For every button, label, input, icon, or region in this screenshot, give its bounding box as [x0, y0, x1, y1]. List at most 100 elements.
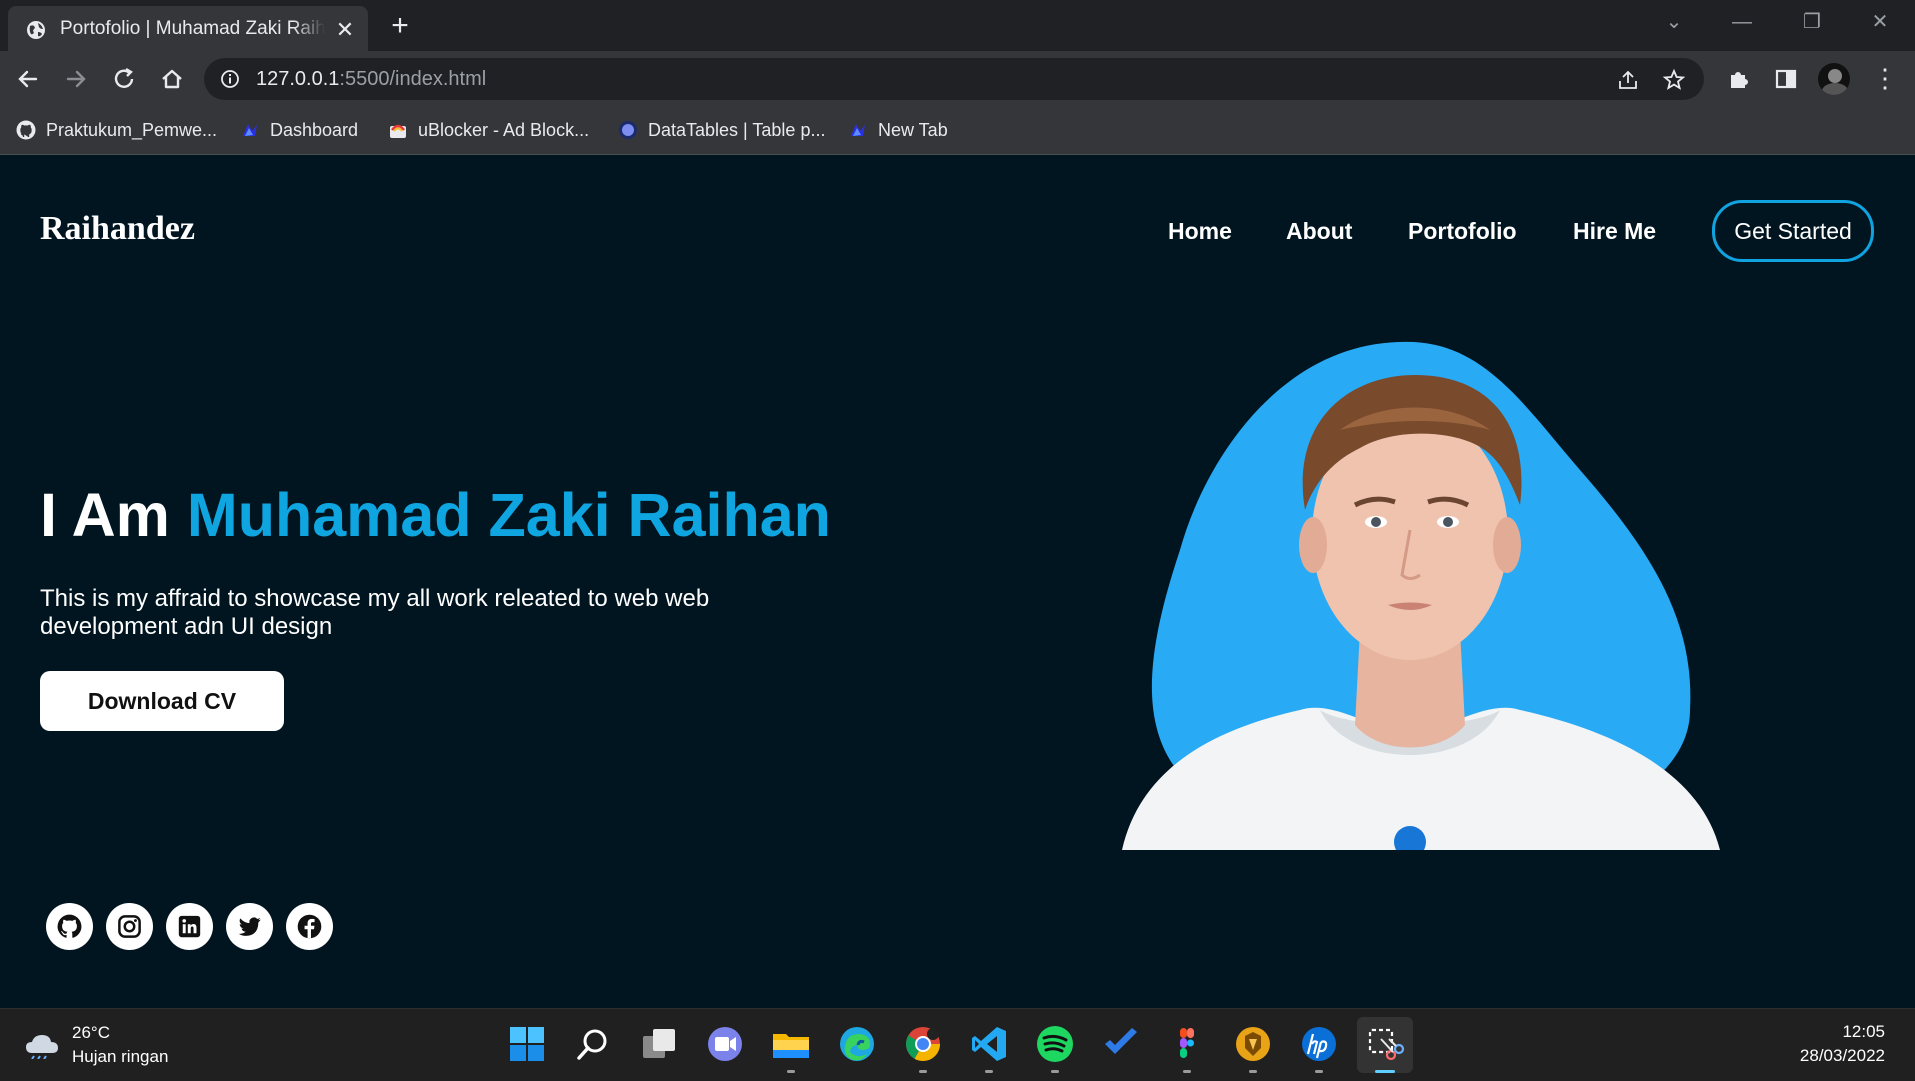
hp-app[interactable] [1299, 1024, 1339, 1073]
extensions-icon[interactable] [1722, 63, 1754, 95]
task-view-icon[interactable] [639, 1024, 679, 1064]
running-indicator [1315, 1070, 1323, 1073]
running-indicator [1249, 1070, 1257, 1073]
search-icon[interactable] [573, 1024, 613, 1064]
vscode-app[interactable] [969, 1024, 1009, 1073]
url-host: 127.0.0.1 [256, 68, 340, 90]
hero-prefix: I Am [40, 481, 187, 549]
vscode-icon [972, 1027, 1006, 1061]
weather-temperature[interactable]: 26°C [72, 1023, 110, 1043]
bookmark-item[interactable]: New Tab [848, 114, 948, 146]
app-shortcut[interactable] [1233, 1024, 1273, 1073]
hero-description: This is my affraid to showcase my all wo… [40, 585, 710, 640]
edge-icon[interactable] [837, 1024, 877, 1064]
share-icon[interactable] [1616, 68, 1640, 92]
todo-icon[interactable] [1101, 1024, 1141, 1064]
browser-tab[interactable]: Portofolio | Muhamad Zaki Raihan ✕ [8, 6, 368, 51]
tab-search-icon[interactable]: ⌄ [1654, 8, 1694, 36]
running-indicator [1051, 1070, 1059, 1073]
datatables-icon [619, 121, 637, 139]
github-icon [57, 914, 82, 938]
windows-taskbar: 26°C Hujan ringan 12:05 28/03/2022 [0, 1008, 1915, 1081]
hp-icon [1302, 1027, 1336, 1061]
app-icon [243, 124, 257, 136]
nav-home[interactable]: Home [1168, 218, 1232, 245]
bookmark-label: Praktukum_Pemwe... [46, 119, 218, 140]
download-cv-button[interactable]: Download CV [42, 673, 282, 729]
facebook-icon [297, 914, 322, 939]
chrome-icon [906, 1027, 940, 1061]
address-bar[interactable]: 127.0.0.1:5500/index.html [204, 58, 1704, 100]
profile-avatar[interactable] [1818, 63, 1850, 95]
forward-icon[interactable] [60, 63, 92, 95]
bookmarks-bar: Praktukum_Pemwe... Dashboard uBlocker - … [0, 106, 1915, 155]
site-logo[interactable]: Raihandez [40, 210, 195, 248]
twitter-icon [238, 917, 261, 936]
running-indicator [1183, 1070, 1191, 1073]
bookmark-item[interactable]: Praktukum_Pemwe... [16, 114, 217, 146]
spotify-icon [1037, 1026, 1073, 1062]
github-icon [16, 120, 36, 140]
app-icon [1236, 1027, 1270, 1061]
social-twitter[interactable] [226, 903, 273, 950]
nav-about[interactable]: About [1286, 218, 1352, 245]
minimize-icon[interactable]: — [1722, 8, 1762, 36]
nav-hire-me[interactable]: Hire Me [1573, 218, 1656, 245]
hero-title: I Am Muhamad Zaki Raihan [40, 480, 831, 550]
linkedin-icon [178, 915, 201, 938]
clock-time[interactable]: 12:05 [1842, 1022, 1885, 1042]
bookmark-label: New Tab [878, 119, 948, 140]
hero-portrait-image [1122, 341, 1720, 850]
file-explorer-app[interactable] [771, 1024, 811, 1073]
social-linkedin[interactable] [166, 903, 213, 950]
browser-toolbar: 127.0.0.1:5500/index.html ⋮ [0, 51, 1915, 106]
social-facebook[interactable] [286, 903, 333, 950]
bookmark-item[interactable]: uBlocker - Ad Block... [388, 114, 589, 146]
app-icon [851, 124, 865, 136]
info-icon[interactable] [220, 69, 240, 89]
bookmark-item[interactable]: Dashboard [240, 114, 358, 146]
globe-icon [27, 21, 45, 39]
folder-icon [773, 1034, 809, 1058]
weather-cloud-icon[interactable] [24, 1029, 60, 1059]
tab-title: Portofolio | Muhamad Zaki Raihan [60, 18, 325, 39]
instagram-icon [118, 915, 141, 938]
hero-name: Muhamad Zaki Raihan [186, 481, 831, 549]
spotify-app[interactable] [1035, 1024, 1075, 1073]
get-started-button[interactable]: Get Started [1712, 200, 1874, 262]
url-path: :5500/index.html [339, 68, 487, 90]
running-indicator [919, 1070, 927, 1073]
url-text[interactable]: 127.0.0.1:5500/index.html [256, 68, 486, 91]
weather-description[interactable]: Hujan ringan [72, 1047, 168, 1067]
snipping-tool-app[interactable] [1357, 1017, 1413, 1073]
social-github[interactable] [46, 903, 93, 950]
bookmark-label: DataTables | Table p... [648, 119, 826, 140]
nav-portofolio[interactable]: Portofolio [1408, 218, 1517, 245]
clock-date[interactable]: 28/03/2022 [1800, 1046, 1885, 1066]
portfolio-page: Raihandez Home About Portofolio Hire Me … [0, 155, 1915, 1008]
new-tab-icon[interactable]: + [384, 10, 416, 42]
snipping-tool-icon [1368, 1028, 1405, 1061]
reload-icon[interactable] [108, 63, 140, 95]
teams-chat-icon[interactable] [705, 1024, 745, 1064]
figma-icon [1180, 1028, 1194, 1058]
figma-app[interactable] [1167, 1024, 1207, 1073]
bookmark-item[interactable]: DataTables | Table p... [618, 114, 825, 146]
bookmark-label: uBlocker - Ad Block... [418, 119, 590, 140]
active-indicator [1375, 1070, 1395, 1073]
home-icon[interactable] [156, 63, 188, 95]
social-instagram[interactable] [106, 903, 153, 950]
ublocker-icon [390, 124, 406, 138]
running-indicator [985, 1070, 993, 1073]
restore-icon[interactable]: ❐ [1792, 8, 1832, 36]
side-panel-icon[interactable] [1770, 63, 1802, 95]
chrome-app[interactable] [903, 1024, 943, 1073]
back-icon[interactable] [12, 63, 44, 95]
window-close-icon[interactable]: ✕ [1860, 8, 1900, 36]
menu-icon[interactable]: ⋮ [1872, 61, 1898, 97]
bookmark-star-icon[interactable] [1662, 68, 1686, 92]
browser-tabstrip: Portofolio | Muhamad Zaki Raihan ✕ + ⌄ —… [0, 0, 1915, 51]
tab-close-icon[interactable]: ✕ [332, 17, 358, 43]
running-indicator [787, 1070, 795, 1073]
windows-start-icon[interactable] [507, 1024, 547, 1064]
